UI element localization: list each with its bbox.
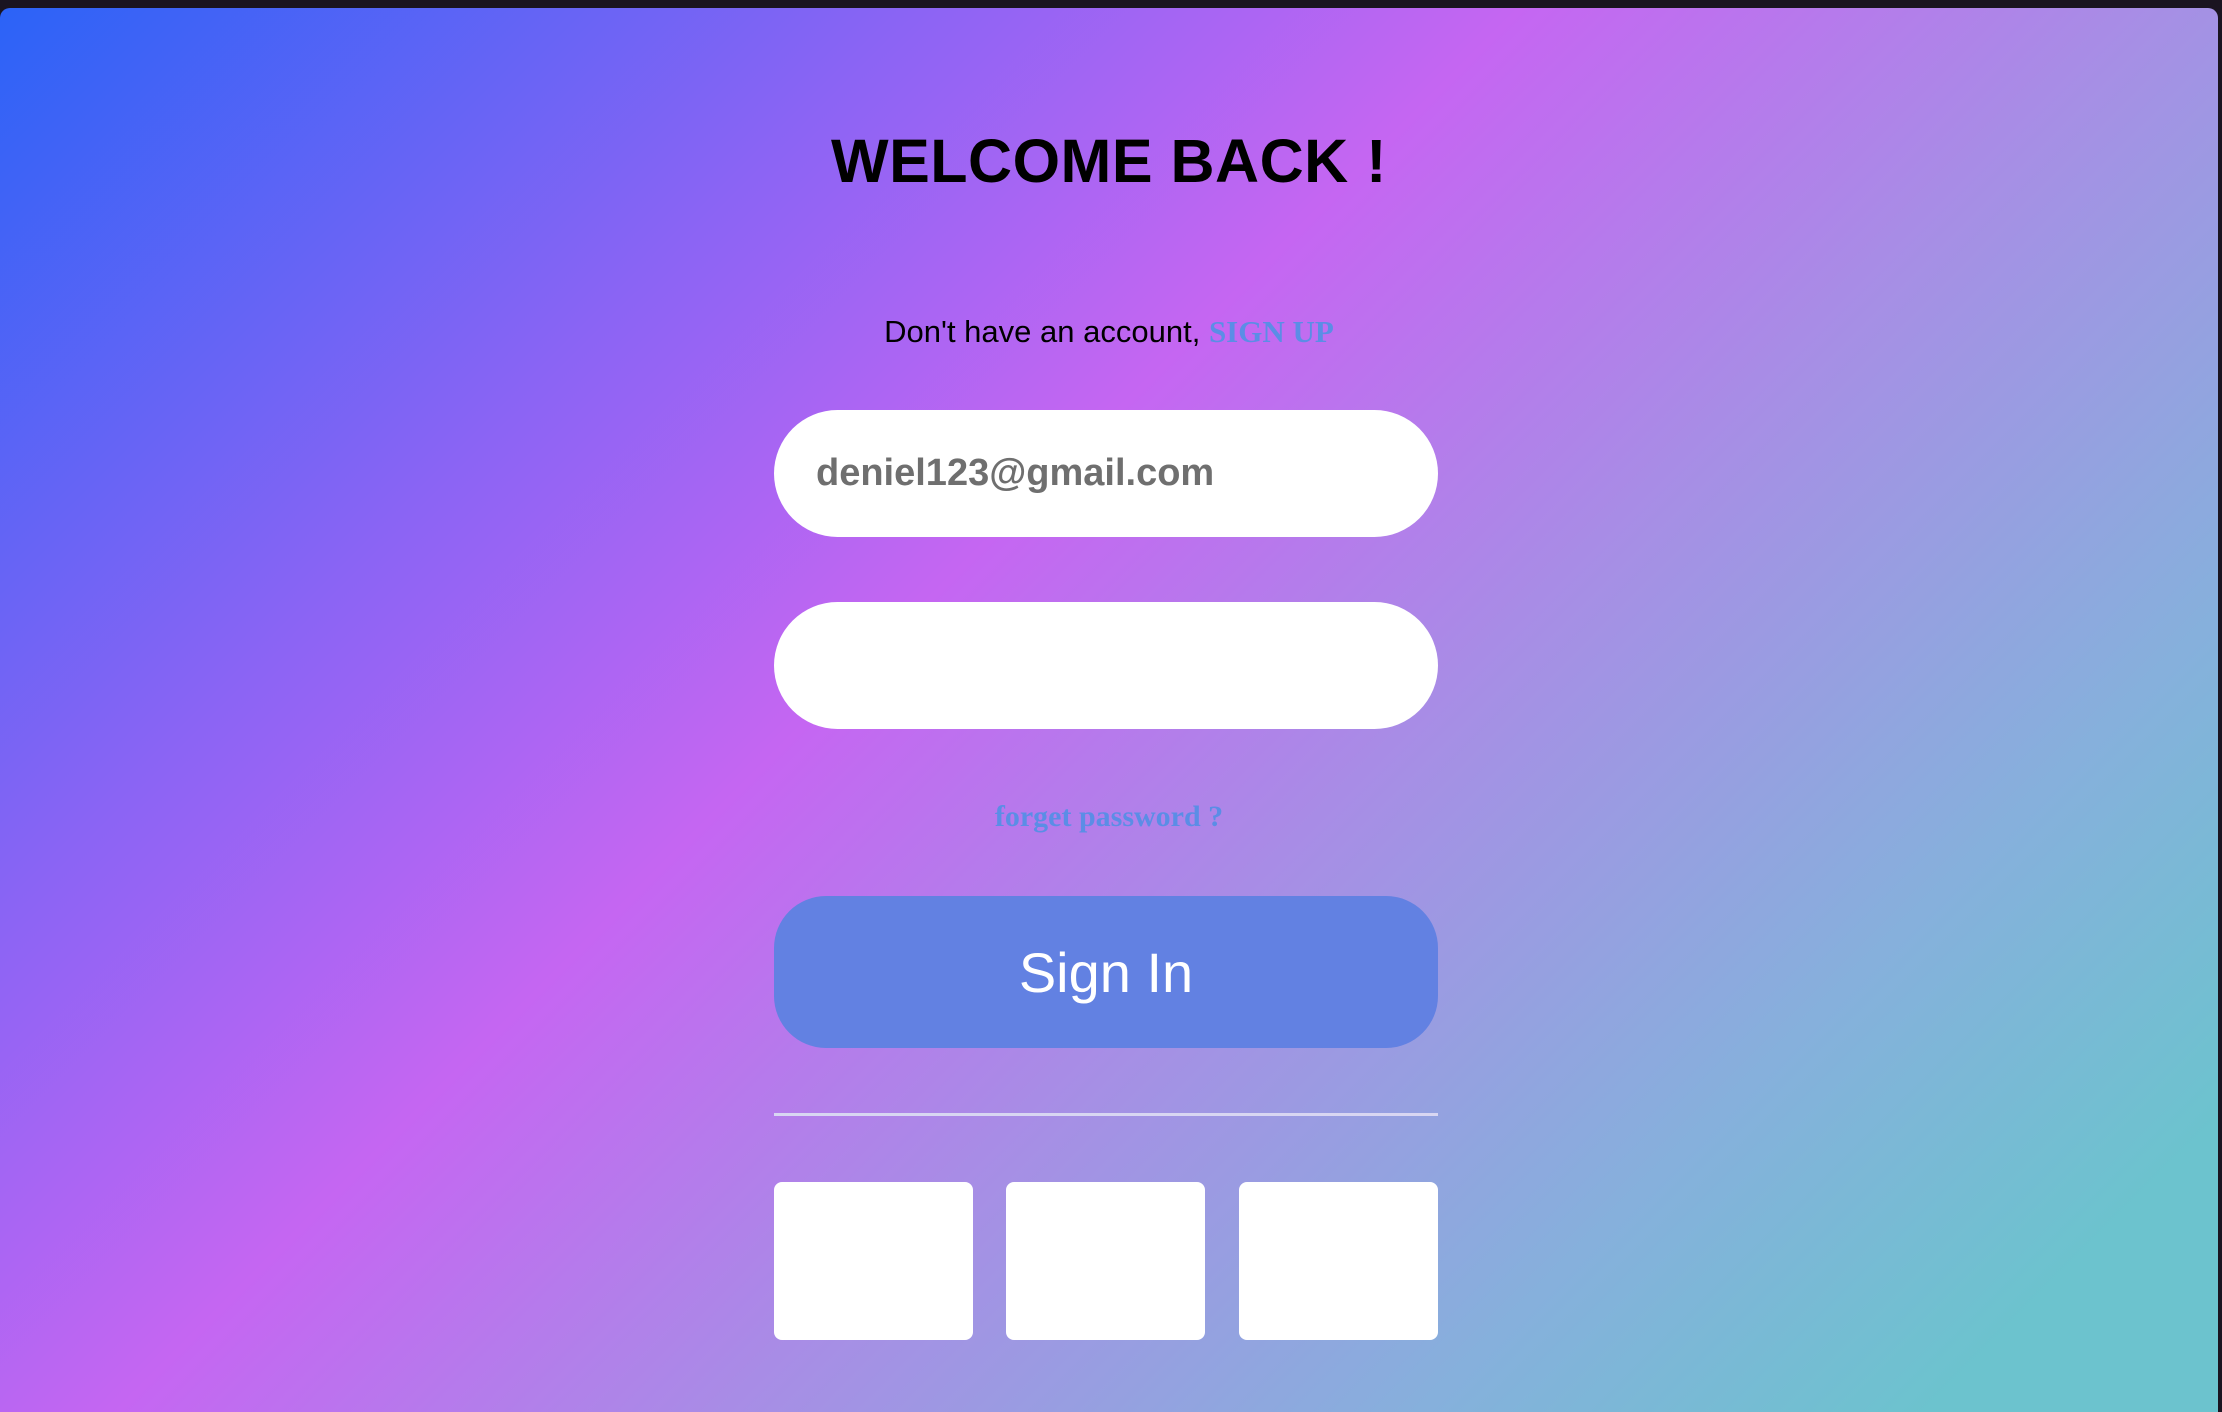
email-field[interactable] xyxy=(814,451,1398,496)
password-field[interactable] xyxy=(814,643,1398,688)
social-login-button-1[interactable] xyxy=(774,1182,973,1340)
forgot-password-row: forget password ? xyxy=(0,800,2218,834)
password-field-container[interactable] xyxy=(774,602,1438,729)
email-field-container[interactable] xyxy=(774,410,1438,537)
forgot-password-link[interactable]: forget password ? xyxy=(995,800,1223,833)
app-window: WELCOME BACK ! Don't have an account, SI… xyxy=(0,8,2218,1412)
divider xyxy=(774,1113,1438,1116)
social-login-button-3[interactable] xyxy=(1239,1182,1438,1340)
sign-in-button[interactable]: Sign In xyxy=(774,896,1438,1048)
login-panel: WELCOME BACK ! Don't have an account, SI… xyxy=(0,8,2218,1412)
social-login-button-2[interactable] xyxy=(1006,1182,1205,1340)
signup-link[interactable]: SIGN UP xyxy=(1209,314,1334,349)
sign-in-button-label: Sign In xyxy=(1018,940,1194,1004)
signup-prompt-line: Don't have an account, SIGN UP xyxy=(0,314,2218,350)
signup-prompt-text: Don't have an account, xyxy=(884,314,1201,349)
page-title: WELCOME BACK ! xyxy=(831,127,1387,195)
